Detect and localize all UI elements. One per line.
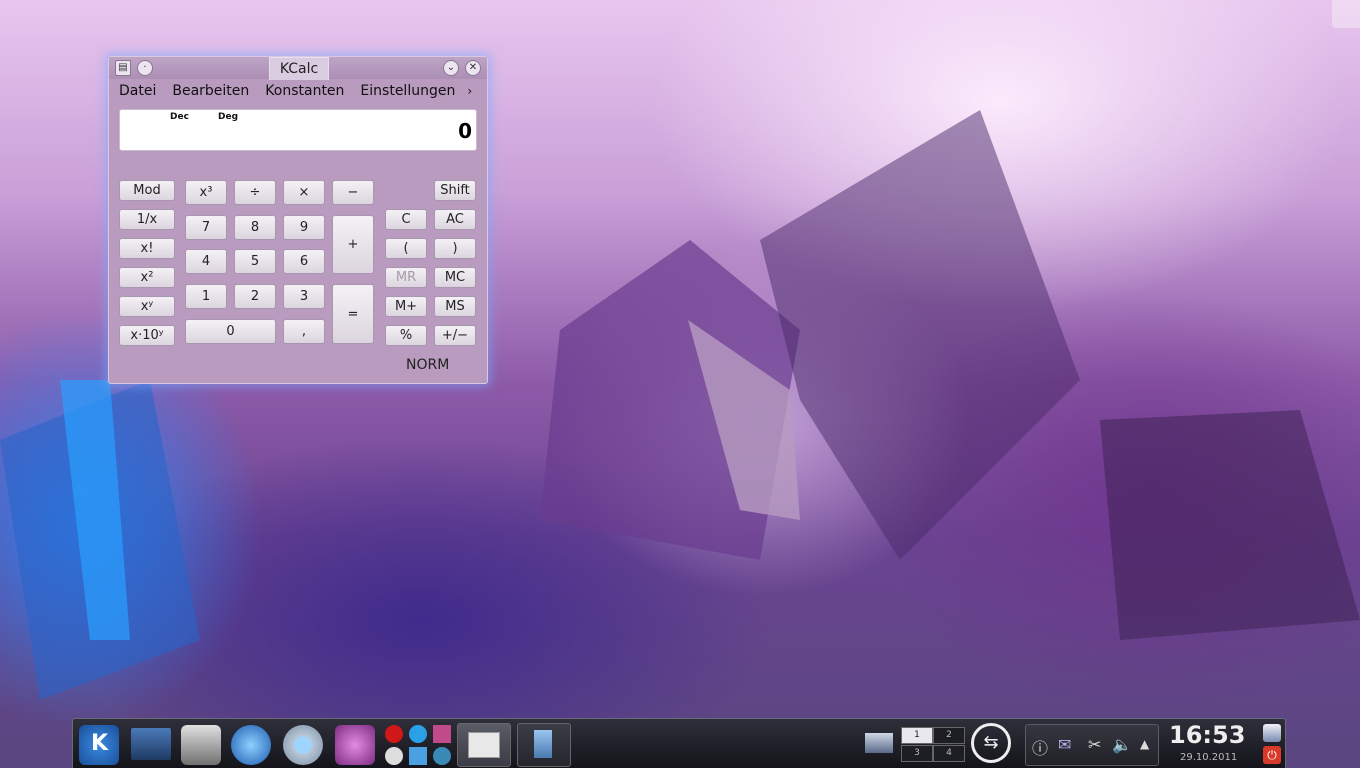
taskbar: K 1 2 3 4 ⇆ ⓘ ✉ ✂ 🔈 ▲ 16:53 29.10.2011 ⏻ [72,718,1286,768]
digit-4-button[interactable]: 4 [185,249,227,274]
desktop-2[interactable]: 2 [933,727,965,744]
minimize-icon[interactable]: ⌄ [443,60,459,76]
clock-time[interactable]: 16:53 [1169,721,1245,749]
kcalc-window: ▤ · KCalc ⌄ ✕ Datei Bearbeiten Konstante… [108,56,488,384]
close-paren-button[interactable]: ) [434,238,476,259]
opera-icon[interactable] [385,725,403,743]
display-value: 0 [458,119,472,143]
browser-icon[interactable] [231,725,271,765]
window-title: KCalc [269,57,329,80]
divide-button[interactable]: ÷ [234,180,276,205]
info-icon[interactable]: ⓘ [1032,735,1048,759]
chrome-icon[interactable] [283,725,323,765]
cube-button[interactable]: x³ [185,180,227,205]
base-indicator: Dec [170,112,189,122]
status-mode: NORM [406,357,450,373]
desktop-4[interactable]: 4 [933,745,965,762]
digit-8-button[interactable]: 8 [234,215,276,240]
power-button[interactable]: xʸ [119,296,175,317]
digit-2-button[interactable]: 2 [234,284,276,309]
task-kcalc[interactable] [457,723,511,767]
file-manager-icon[interactable] [181,725,221,765]
factorial-button[interactable]: x! [119,238,175,259]
subtract-button[interactable]: − [332,180,374,205]
equals-button[interactable]: = [332,284,374,344]
menu-bearbeiten[interactable]: Bearbeiten [172,83,249,99]
shutdown-icon[interactable]: ⏻ [1263,746,1281,764]
menu-einstellungen[interactable]: Einstellungen [360,83,455,99]
calculator-icon [468,732,500,758]
sign-button[interactable]: +/− [434,325,476,346]
volume-icon[interactable]: 🔈 [1112,735,1132,754]
window-app-icon [534,730,552,758]
hand-icon[interactable] [335,725,375,765]
scissors-icon[interactable]: ✂ [1088,735,1101,754]
clear-button[interactable]: C [385,209,427,230]
app-icon[interactable] [433,725,451,743]
titlebar[interactable]: ▤ · KCalc ⌄ ✕ [109,57,487,80]
desktop-3[interactable]: 3 [901,745,933,762]
digit-9-button[interactable]: 9 [283,215,325,240]
close-icon[interactable]: ✕ [465,60,481,76]
clock-date: 29.10.2011 [1180,752,1238,763]
tray-expand-icon[interactable]: ▲ [1140,737,1149,751]
menubar: Datei Bearbeiten Konstanten Einstellunge… [109,79,487,103]
multiply-button[interactable]: × [283,180,325,205]
memory-clear-button[interactable]: MC [434,267,476,288]
digit-3-button[interactable]: 3 [283,284,325,309]
window-menu-icon[interactable]: ▤ [115,60,131,76]
mail-icon[interactable]: ✉ [1058,735,1071,754]
cube-icon[interactable] [409,747,427,765]
calc-display[interactable]: Dec Deg 0 [119,109,477,151]
corner-toolbox[interactable] [1332,0,1360,28]
percent-button[interactable]: % [385,325,427,346]
digit-6-button[interactable]: 6 [283,249,325,274]
menu-overflow-icon[interactable]: › [467,84,472,98]
mod-button[interactable]: Mod [119,180,175,201]
clock-app-icon[interactable] [385,747,403,765]
digit-1-button[interactable]: 1 [185,284,227,309]
exp10-button[interactable]: x·10ʸ [119,325,175,346]
memory-store-button[interactable]: MS [434,296,476,317]
skype-icon[interactable] [409,725,427,743]
kde-menu-icon[interactable]: K [79,725,119,765]
open-paren-button[interactable]: ( [385,238,427,259]
desktop-1[interactable]: 1 [901,727,933,744]
reciprocal-button[interactable]: 1/x [119,209,175,230]
menu-konstanten[interactable]: Konstanten [265,83,344,99]
activities-icon[interactable] [865,733,893,753]
angle-indicator: Deg [218,112,239,122]
network-app-icon[interactable] [433,747,451,765]
shift-button[interactable]: Shift [434,180,476,201]
square-button[interactable]: x² [119,267,175,288]
usb-icon[interactable]: ⇆ [971,723,1011,763]
decimal-button[interactable]: , [283,319,325,344]
digit-0-button[interactable]: 0 [185,319,276,344]
on-all-desktops-icon[interactable]: · [137,60,153,76]
desktop-icon[interactable] [131,728,171,760]
digit-7-button[interactable]: 7 [185,215,227,240]
memory-add-button[interactable]: M+ [385,296,427,317]
lock-screen-icon[interactable] [1263,724,1281,742]
menu-datei[interactable]: Datei [119,83,156,99]
all-clear-button[interactable]: AC [434,209,476,230]
system-tray: ⓘ ✉ ✂ 🔈 ▲ [1025,724,1159,766]
task-window[interactable] [517,723,571,767]
add-button[interactable]: + [332,215,374,274]
digit-5-button[interactable]: 5 [234,249,276,274]
memory-recall-button[interactable]: MR [385,267,427,288]
